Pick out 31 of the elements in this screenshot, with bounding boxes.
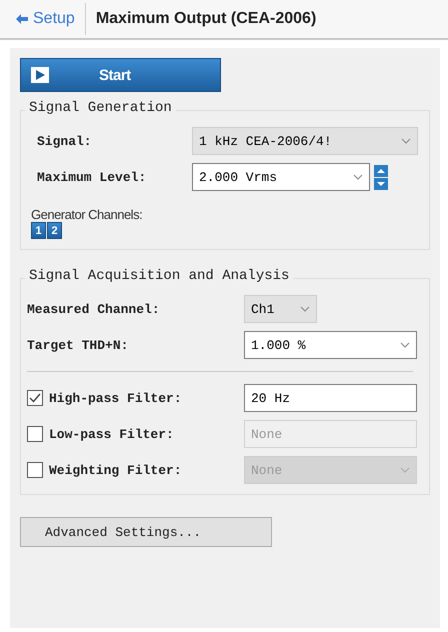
filter-label: High-pass Filter: xyxy=(49,390,182,406)
filter-field[interactable]: 20 Hz xyxy=(244,384,417,412)
spin-up-button[interactable] xyxy=(374,164,388,176)
field-label: Maximum Level: xyxy=(36,170,148,184)
chevron-icon xyxy=(400,342,410,348)
field-label: Target THD+N: xyxy=(27,338,130,352)
group-title: Signal Generation xyxy=(25,100,176,116)
checkbox[interactable] xyxy=(27,390,43,406)
level-combo[interactable]: 2.000 Vrms xyxy=(192,163,370,191)
generator-channels-label: Generator Channels: xyxy=(31,207,144,222)
filter-label: Weighting Filter: xyxy=(49,462,182,478)
field-label: Signal: xyxy=(36,134,93,148)
thd-combo[interactable]: 1.000 % xyxy=(244,331,417,359)
back-arrow-icon xyxy=(16,14,28,24)
filter-label: Low-pass Filter: xyxy=(49,426,174,442)
group-title: Signal Acquisition and Analysis xyxy=(25,268,294,284)
signal-dropdown[interactable]: 1 kHz CEA-2006/4! xyxy=(192,127,418,155)
back-link[interactable]: Setup xyxy=(0,10,85,28)
page-title: Maximum Output (CEA-2006) xyxy=(96,10,316,28)
play-icon xyxy=(31,67,49,83)
channel-dropdown[interactable]: Ch1 xyxy=(244,295,317,323)
field-label: Measured Channel: xyxy=(27,302,161,316)
channel-toggle[interactable]: 1 xyxy=(31,222,46,239)
channel-toggle[interactable]: 2 xyxy=(47,222,62,239)
advanced-settings-button[interactable]: Advanced Settings... xyxy=(20,517,272,547)
chevron-icon xyxy=(353,174,363,180)
start-button[interactable]: Start xyxy=(20,58,221,92)
chevron-icon xyxy=(400,467,410,473)
chevron-icon xyxy=(300,306,310,312)
spin-down-button[interactable] xyxy=(374,178,388,190)
chevron-icon xyxy=(401,138,411,144)
